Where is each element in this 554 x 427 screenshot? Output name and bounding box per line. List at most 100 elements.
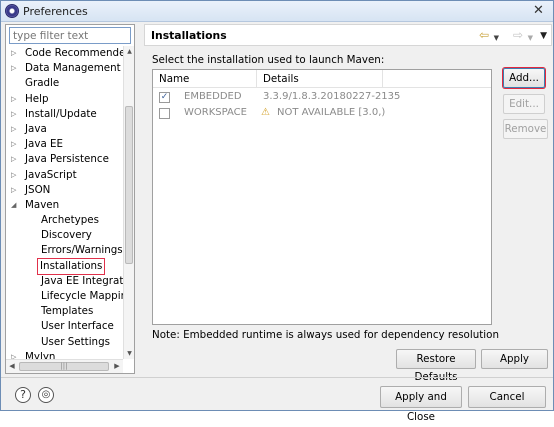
tree-item-label: Installations (37, 257, 106, 275)
tree-item[interactable]: Installations (6, 257, 123, 275)
tree-item-label: Archetypes (41, 214, 99, 227)
preferences-dialog: Preferences ✕ ▷ Code Recommenders ▷ Data Ma… (0, 0, 554, 423)
tree-item[interactable]: ▷ Data Management (6, 61, 123, 76)
page-title: Installations (151, 29, 227, 42)
tree-item[interactable]: Gradle (6, 76, 123, 91)
tree-vertical-scrollbar[interactable]: ▲ ▼ (123, 46, 134, 359)
table-header: Name Details (153, 70, 491, 88)
tree-item[interactable]: Archetypes (6, 213, 123, 228)
apply-button[interactable]: Apply (481, 349, 548, 369)
tree-item-label: JSON (25, 183, 51, 196)
tree-item-label: Code Recommenders (25, 47, 123, 59)
tree-item[interactable]: ▷ Code Recommenders (6, 46, 123, 61)
filter-input[interactable] (9, 27, 131, 44)
tree-item[interactable]: ▷ JavaScript (6, 168, 123, 183)
scroll-up-icon[interactable]: ▲ (124, 46, 135, 57)
remove-button[interactable]: Remove (503, 119, 548, 139)
tree-item[interactable]: ▷ Install/Update (6, 107, 123, 122)
tree-item-label: Data Management (25, 62, 121, 75)
tree-item-label: Java (25, 122, 47, 135)
embedded-runtime-note: Note: Embedded runtime is always used fo… (152, 329, 499, 341)
horizontal-scroll-thumb[interactable]: ||| (19, 362, 109, 371)
tree-item-label: Lifecycle Mapping (41, 290, 123, 302)
installation-details: 3.3.9/1.8.3.20180227-2135 (263, 91, 401, 102)
restore-defaults-button[interactable]: Restore Defaults (396, 349, 476, 383)
table-row[interactable]: ✓ EMBEDDED 3.3.9/1.8.3.20180227-2135 (153, 90, 491, 105)
collapsed-arrow-icon[interactable]: ▷ (11, 46, 19, 61)
tree-item-label: Gradle (25, 77, 60, 90)
column-header-name[interactable]: Name (159, 73, 189, 85)
tree-item[interactable]: ▷ JSON (6, 183, 123, 198)
tree-item-label: Errors/Warnings (41, 244, 123, 257)
row-checkbox[interactable] (159, 108, 170, 119)
edit-button[interactable]: Edit... (503, 94, 545, 114)
collapsed-arrow-icon[interactable]: ▷ (11, 183, 19, 198)
scroll-right-icon[interactable]: ▶ (111, 360, 123, 373)
tree-item-label: Java EE Integration (41, 274, 123, 287)
forward-arrow-icon: ⇨ (512, 28, 523, 42)
tree-item[interactable]: Java EE Integration (6, 274, 123, 289)
collapsed-arrow-icon[interactable]: ▷ (11, 168, 19, 183)
close-icon[interactable]: ✕ (530, 3, 547, 19)
tree-item-label: User Settings (41, 335, 110, 348)
row-checkbox[interactable]: ✓ (159, 92, 170, 103)
tree-item[interactable]: ▷ Java Persistence (6, 152, 123, 167)
window-title: Preferences (23, 5, 88, 18)
installation-name: EMBEDDED (184, 91, 242, 102)
collapsed-arrow-icon[interactable]: ▷ (11, 61, 19, 76)
tree-item-label: Templates (41, 305, 94, 318)
column-divider[interactable] (256, 70, 257, 88)
tree-item[interactable]: ▷ Java (6, 122, 123, 137)
tree-item[interactable]: ▷ Help (6, 92, 123, 107)
preference-tree-panel: ▷ Code Recommenders ▷ Data Management Gradle… (5, 24, 135, 374)
scroll-thumb[interactable] (125, 106, 133, 264)
collapsed-arrow-icon[interactable]: ▷ (11, 122, 19, 137)
tree-item[interactable]: User Interface (6, 319, 123, 334)
view-menu-icon[interactable]: ▼ (540, 29, 547, 43)
tree-item[interactable]: Lifecycle Mapping (6, 289, 123, 304)
back-arrow-icon[interactable]: ⇦ (479, 28, 489, 42)
preference-tree: ▷ Code Recommenders ▷ Data Management Gradle… (6, 46, 123, 359)
help-icon[interactable]: ? (15, 387, 31, 403)
tree-item-label: Install/Update (25, 107, 97, 120)
tree-item[interactable]: Templates (6, 304, 123, 319)
tree-item[interactable]: ◢ Maven (6, 198, 123, 213)
tree-item-label: User Interface (41, 320, 114, 333)
tree-item[interactable]: ▷ Java EE (6, 137, 123, 152)
back-dropdown-icon[interactable]: ▼ (494, 31, 499, 45)
eclipse-icon (5, 4, 19, 18)
preference-page: Installations ⇦ ▼ ⇨ ▼ ▼ Select the insta… (144, 24, 552, 383)
cancel-button[interactable]: Cancel (468, 386, 546, 408)
footer-separator (1, 377, 553, 378)
scroll-down-icon[interactable]: ▼ (124, 348, 135, 359)
tree-item-label: Java Persistence (25, 153, 109, 166)
tree-item[interactable]: ▷ Mylyn (6, 350, 123, 359)
instructions-label: Select the installation used to launch M… (152, 54, 385, 66)
column-header-details[interactable]: Details (263, 73, 299, 85)
table-row[interactable]: WORKSPACE ⚠ NOT AVAILABLE [3.0,) (153, 106, 491, 121)
collapsed-arrow-icon[interactable]: ▷ (11, 137, 19, 152)
panel-sash[interactable] (138, 24, 141, 374)
column-divider[interactable] (382, 70, 383, 88)
tree-item[interactable]: User Settings (6, 335, 123, 350)
tree-item-label: Discovery (41, 229, 92, 242)
import-export-icon[interactable]: ◎ (38, 387, 54, 403)
tree-horizontal-scrollbar[interactable]: ◀ ||| ▶ (6, 359, 123, 373)
collapsed-arrow-icon[interactable]: ▷ (11, 152, 19, 167)
tree-item-label: Help (25, 92, 49, 105)
tree-item[interactable]: Discovery (6, 228, 123, 243)
tree-item[interactable]: Errors/Warnings (6, 243, 123, 258)
installations-table: Name Details ✓ EMBEDDED 3.3.9/1.8.3.2018… (152, 69, 492, 325)
expanded-arrow-icon[interactable]: ◢ (11, 198, 19, 213)
scroll-left-icon[interactable]: ◀ (6, 360, 18, 373)
apply-and-close-button[interactable]: Apply and Close (380, 386, 462, 423)
collapsed-arrow-icon[interactable]: ▷ (11, 350, 19, 359)
collapsed-arrow-icon[interactable]: ▷ (11, 92, 19, 107)
collapsed-arrow-icon[interactable]: ▷ (11, 107, 19, 122)
add-button[interactable]: Add... (503, 68, 545, 88)
page-header: Installations ⇦ ▼ ⇨ ▼ ▼ (144, 24, 552, 46)
installation-details: NOT AVAILABLE [3.0,) (277, 107, 386, 118)
tree-item-label: JavaScript (25, 168, 77, 181)
tree-item-label: Mylyn (25, 350, 56, 359)
installation-name: WORKSPACE (184, 107, 247, 118)
